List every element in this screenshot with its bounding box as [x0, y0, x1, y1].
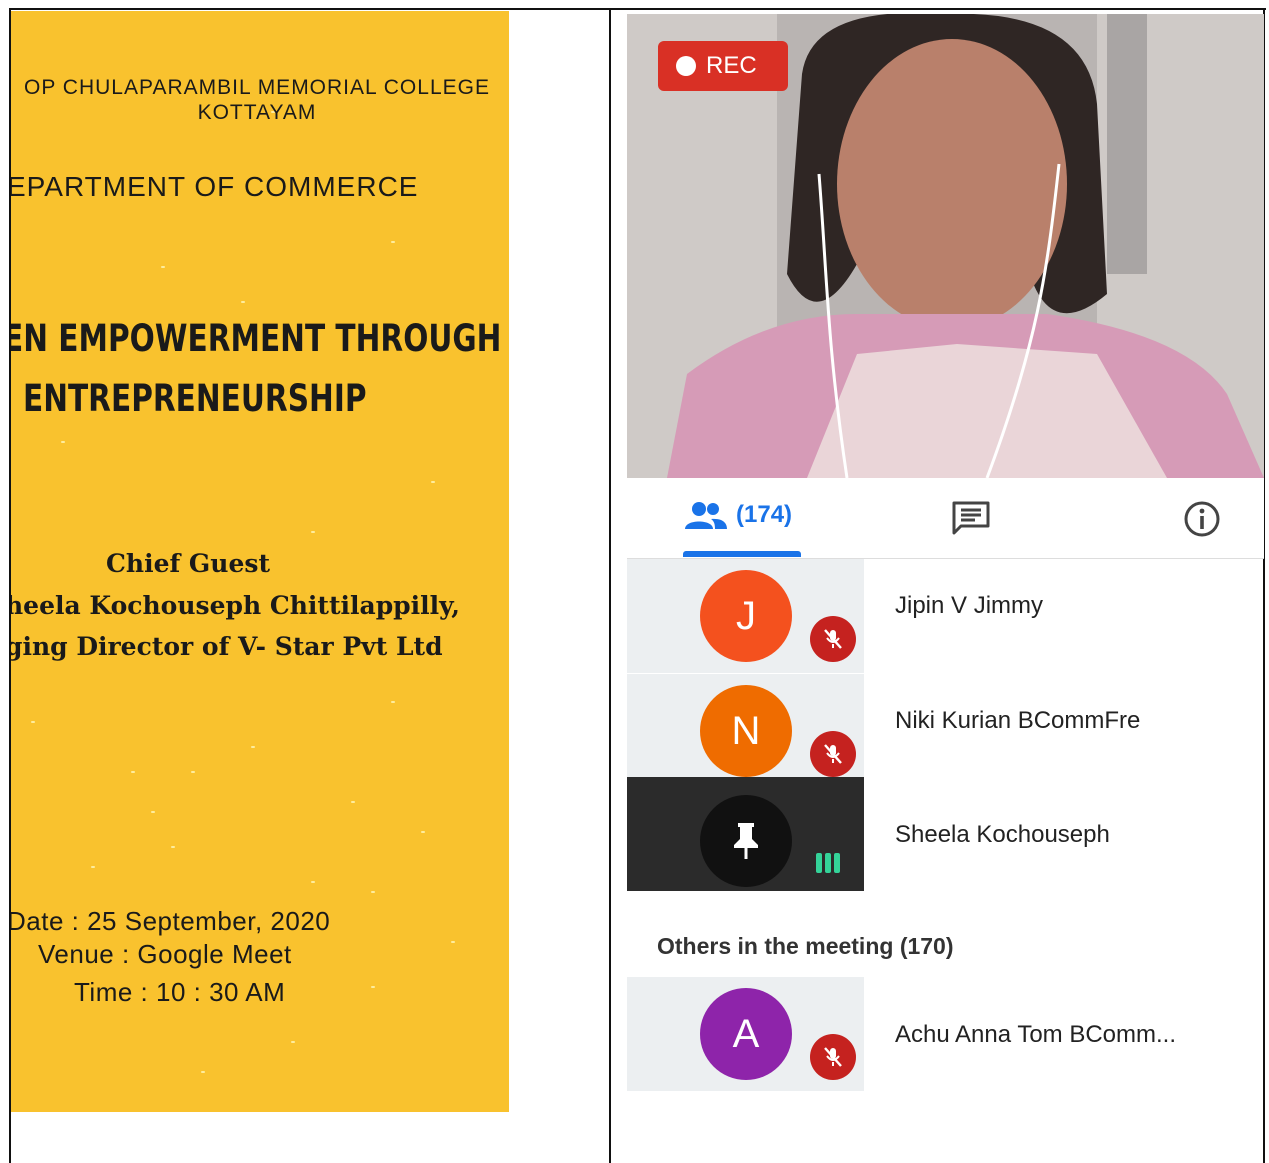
speck — [61, 441, 65, 443]
guest-name: heela Kochouseph Chittilappilly, — [11, 591, 460, 620]
recording-badge: REC — [658, 41, 788, 91]
guest-role: ging Director of V- Star Pvt Ltd — [11, 632, 443, 661]
tab-people[interactable]: (174) — [684, 500, 792, 530]
department-name: EPARTMENT OF COMMERCE — [11, 171, 419, 202]
others-heading: Others in the meeting (170) — [657, 933, 954, 959]
speck — [391, 701, 395, 703]
event-poster: OP CHULAPARAMBIL MEMORIAL COLLEGE KOTTAY… — [11, 11, 509, 1112]
speck — [91, 866, 95, 868]
speck — [431, 481, 435, 483]
event-title-line2: ENTREPRENEURSHIP — [23, 377, 367, 420]
speck — [171, 846, 175, 848]
participant-tile: N — [627, 674, 864, 788]
avatar: A — [700, 988, 792, 1080]
participant-row[interactable]: A Achu Anna Tom BComm... — [627, 977, 1264, 1091]
participant-tile: J — [627, 559, 864, 673]
participant-row[interactable]: N Niki Kurian BCommFre — [627, 674, 1264, 788]
audio-level-icon — [816, 853, 840, 873]
participant-name: Sheela Kochouseph — [895, 821, 1110, 848]
mic-off-icon — [810, 616, 856, 662]
speck — [351, 801, 355, 803]
people-count: (174) — [736, 501, 793, 528]
pin-button[interactable] — [700, 795, 792, 887]
tab-info[interactable] — [1183, 500, 1221, 543]
pin-icon — [734, 823, 758, 859]
speck — [421, 831, 425, 833]
frame-middle — [609, 8, 611, 1163]
participant-row[interactable]: J Jipin V Jimmy — [627, 559, 1264, 673]
speck — [31, 721, 35, 723]
speck — [131, 771, 135, 773]
chat-icon — [952, 501, 990, 535]
people-icon — [685, 502, 727, 529]
event-venue: Venue : Google Meet — [38, 939, 292, 969]
chief-guest-label: Chief Guest — [106, 549, 270, 578]
record-dot-icon — [676, 56, 696, 76]
speck — [191, 771, 195, 773]
rec-label: REC — [706, 52, 757, 79]
participant-name: Jipin V Jimmy — [895, 592, 1044, 619]
speck — [201, 1071, 205, 1073]
frame-top — [9, 8, 1266, 10]
mic-off-icon — [810, 731, 856, 777]
participant-tile: A — [627, 977, 864, 1091]
speck — [251, 746, 255, 748]
info-icon — [1184, 501, 1220, 537]
tab-chat[interactable] — [951, 500, 991, 541]
speck — [451, 941, 455, 943]
avatar: J — [700, 570, 792, 662]
college-name: OP CHULAPARAMBIL MEMORIAL COLLEGE KOTTAY… — [24, 76, 490, 124]
event-time: Time : 10 : 30 AM — [74, 977, 286, 1007]
event-title-line1: EN EMPOWERMENT THROUGH — [11, 317, 502, 360]
active-tab-indicator — [683, 551, 801, 557]
speck — [291, 1041, 295, 1043]
speaker-video: REC — [627, 14, 1264, 478]
speck — [371, 891, 375, 893]
participant-row[interactable]: Sheela Kochouseph — [627, 777, 1264, 891]
speck — [391, 241, 395, 243]
participant-name: Achu Anna Tom BComm... — [895, 1021, 1177, 1048]
speck — [161, 266, 165, 268]
side-panel-tabs: (174) — [627, 478, 1264, 559]
speck — [311, 881, 315, 883]
mic-off-icon — [810, 1034, 856, 1080]
speck — [151, 811, 155, 813]
speck — [311, 531, 315, 533]
event-date: Date : 25 September, 2020 — [11, 906, 331, 936]
avatar: N — [700, 685, 792, 777]
participant-name: Niki Kurian BCommFre — [895, 707, 1141, 734]
speck — [241, 301, 245, 303]
speck — [371, 986, 375, 988]
participant-tile — [627, 777, 864, 891]
